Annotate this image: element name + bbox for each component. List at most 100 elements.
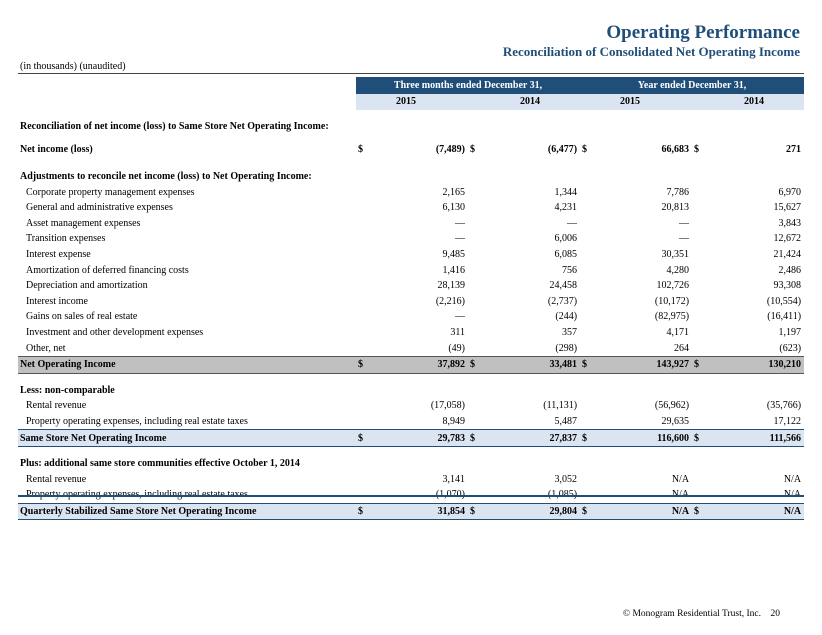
currency-symbol xyxy=(580,414,596,430)
header-blank xyxy=(18,77,356,94)
currency-symbol xyxy=(580,471,596,487)
currency-symbol xyxy=(356,294,372,310)
table-cell: N/A xyxy=(596,502,693,521)
currency-symbol xyxy=(580,325,596,341)
table-row: General and administrative expenses 6,130… xyxy=(18,200,804,216)
year-header: 2014 xyxy=(468,94,581,110)
currency-symbol: $ xyxy=(356,502,372,521)
table-cell: 6,085 xyxy=(554,249,578,261)
currency-symbol: $ xyxy=(692,429,709,447)
table-cell: 311 xyxy=(450,327,465,339)
table-cell: 21,424 xyxy=(773,249,802,261)
table-cell: (623) xyxy=(779,342,802,354)
table-cell: (6,477) xyxy=(547,144,578,156)
currency-symbol xyxy=(356,398,372,414)
table-cell: N/A xyxy=(783,473,802,485)
table-cell: (7,489) xyxy=(435,144,465,156)
table-cell: 20,813 xyxy=(661,202,690,214)
currency-symbol xyxy=(356,247,372,263)
currency-symbol xyxy=(356,184,372,200)
table-cell: 31,854 xyxy=(372,502,468,521)
currency-symbol xyxy=(580,200,596,216)
currency-symbol: $ xyxy=(582,144,588,156)
section-heading-reconciliation: Reconciliation of net income (loss) to S… xyxy=(20,120,329,132)
table-cell: (2,737) xyxy=(547,295,578,307)
currency-symbol xyxy=(580,262,596,278)
table-cell: 30,351 xyxy=(661,249,690,261)
table-cell: — xyxy=(679,217,690,229)
table-cell: — xyxy=(455,217,465,229)
row-label: Transition expenses xyxy=(26,233,106,245)
currency-symbol xyxy=(692,262,708,278)
table-cell: (2,216) xyxy=(435,295,465,307)
group-header-year: Year ended December 31, xyxy=(580,77,805,94)
currency-symbol: $ xyxy=(470,144,475,156)
currency-symbol xyxy=(356,278,372,294)
table-cell: 8,949 xyxy=(442,415,466,427)
row-label: Quarterly Stabilized Same Store Net Oper… xyxy=(18,502,356,521)
currency-symbol: $ xyxy=(468,429,484,447)
table-cell: 66,683 xyxy=(661,144,690,156)
section-heading-plus: Plus: additional same store communities … xyxy=(20,458,300,470)
table-cell: (244) xyxy=(555,311,578,323)
table-cell: (35,766) xyxy=(766,400,802,412)
table-cell: 3,843 xyxy=(778,217,802,229)
currency-symbol: $ xyxy=(694,144,700,156)
currency-symbol xyxy=(692,471,708,487)
table-row: Amortization of deferred financing costs… xyxy=(18,262,804,278)
table-row: Net Operating Income $37,892 $33,481 $143,9… xyxy=(18,355,805,374)
table-cell: 143,927 xyxy=(596,355,693,374)
table-cell: 17,122 xyxy=(773,415,802,427)
table-row: Other, net (49) (298) 264 (623) xyxy=(18,340,804,356)
table-row: Adjustments to reconcile net income (los… xyxy=(18,166,804,185)
table-cell: 6,970 xyxy=(778,186,802,198)
group-header-three-months: Three months ended December 31, xyxy=(356,77,581,94)
table-cell: 1,197 xyxy=(778,327,802,339)
currency-symbol: $ xyxy=(580,355,597,374)
table-cell: (10,554) xyxy=(766,295,802,307)
table-cell: 33,481 xyxy=(484,355,581,374)
table-cell: 116,600 xyxy=(596,429,693,447)
table-cell: — xyxy=(679,233,690,245)
section-heading-less: Less: non-comparable xyxy=(20,384,115,396)
table-cell: N/A xyxy=(708,502,805,521)
currency-symbol xyxy=(356,325,372,341)
currency-symbol xyxy=(356,200,372,216)
currency-symbol: $ xyxy=(358,144,363,156)
row-label: Interest income xyxy=(26,295,88,307)
currency-symbol xyxy=(468,398,484,414)
currency-symbol xyxy=(356,340,372,356)
currency-symbol xyxy=(580,309,596,325)
row-label: Amortization of deferred financing costs xyxy=(26,264,189,276)
table-cell: 111,566 xyxy=(708,429,805,447)
bottom-rule xyxy=(18,495,804,497)
currency-symbol xyxy=(692,278,708,294)
table-cell: 29,635 xyxy=(661,415,690,427)
table-cell: 4,231 xyxy=(554,202,578,214)
currency-symbol xyxy=(356,309,372,325)
table-row: Transition expenses — 6,006 — 12,672 xyxy=(18,231,804,247)
currency-symbol xyxy=(356,216,372,232)
row-label: Net Operating Income xyxy=(18,355,356,374)
table-cell: 15,627 xyxy=(773,202,802,214)
currency-symbol xyxy=(692,398,708,414)
page-number: 20 xyxy=(770,609,781,619)
currency-symbol xyxy=(580,278,596,294)
currency-symbol xyxy=(468,200,484,216)
row-label: Corporate property management expenses xyxy=(26,186,195,198)
year-header: 2014 xyxy=(692,94,805,110)
table-row: Depreciation and amortization 28,139 24,45… xyxy=(18,278,804,294)
footer: © Monogram Residential Trust, Inc. 20 xyxy=(623,609,780,619)
currency-symbol: $ xyxy=(468,502,484,521)
table-cell: 28,139 xyxy=(437,280,466,292)
currency-symbol xyxy=(692,184,708,200)
currency-symbol xyxy=(580,398,596,414)
currency-symbol xyxy=(692,231,708,247)
table-row: Net income (loss) $ (7,489) $ (6,477) $66,683… xyxy=(18,140,804,160)
section-heading-adjustments: Adjustments to reconcile net income (los… xyxy=(20,171,312,183)
currency-symbol xyxy=(580,231,596,247)
table-cell: 9,485 xyxy=(442,249,466,261)
currency-symbol: $ xyxy=(356,429,372,447)
row-label: Asset management expenses xyxy=(26,217,141,229)
row-label: Interest expense xyxy=(26,249,91,261)
